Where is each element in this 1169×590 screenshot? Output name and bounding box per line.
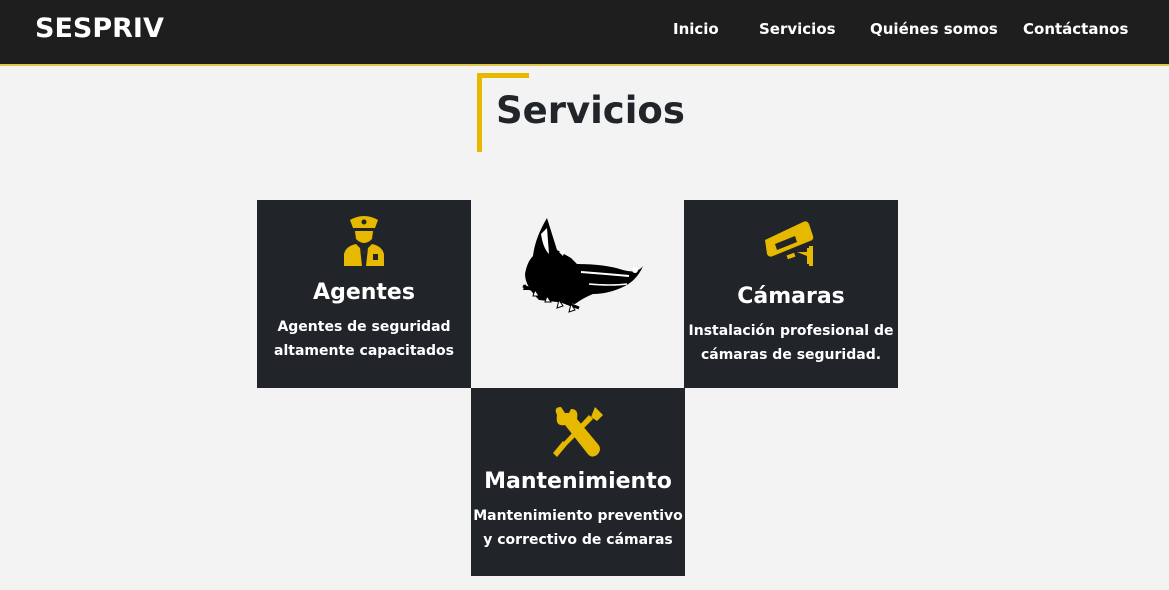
security-guard-icon — [344, 216, 384, 266]
nav-link-inicio[interactable]: Inicio — [673, 20, 719, 38]
service-card-camaras: Cámaras Instalación profesional de cámar… — [684, 200, 898, 388]
cctv-camera-icon — [765, 221, 814, 266]
service-title: Agentes — [313, 280, 415, 305]
service-description-line2: altamente capacitados — [274, 343, 454, 359]
nav-link-quienes-somos[interactable]: Quiénes somos — [870, 20, 998, 38]
nav-link-servicios[interactable]: Servicios — [759, 20, 836, 38]
service-description-line1: Instalación profesional de — [688, 323, 894, 339]
brand-logo[interactable]: SESPRIV — [35, 13, 164, 44]
dog-image-cell — [471, 200, 684, 388]
service-description-line2: y correctivo de cámaras — [483, 532, 673, 548]
service-card-agentes: Agentes Agentes de seguridad altamente c… — [257, 200, 471, 388]
title-accent-vertical — [477, 73, 482, 152]
navbar: SESPRIV Inicio Servicios Quiénes somos C… — [0, 0, 1169, 66]
section-title-block: Servicios — [477, 73, 697, 152]
service-card-mantenimiento: Mantenimiento Mantenimiento preventivo y… — [471, 388, 685, 576]
service-title: Cámaras — [737, 284, 845, 309]
section-title: Servicios — [496, 89, 685, 132]
service-title: Mantenimiento — [484, 469, 672, 494]
nav-link-contactanos[interactable]: Contáctanos — [1023, 20, 1128, 38]
service-description-line1: Agentes de seguridad — [277, 319, 451, 335]
title-accent-horizontal — [477, 73, 529, 78]
doberman-dog-icon — [522, 218, 643, 313]
tools-icon — [553, 407, 603, 457]
service-description-line1: Mantenimiento preventivo — [473, 508, 683, 524]
service-description-line2: cámaras de seguridad. — [700, 347, 882, 363]
